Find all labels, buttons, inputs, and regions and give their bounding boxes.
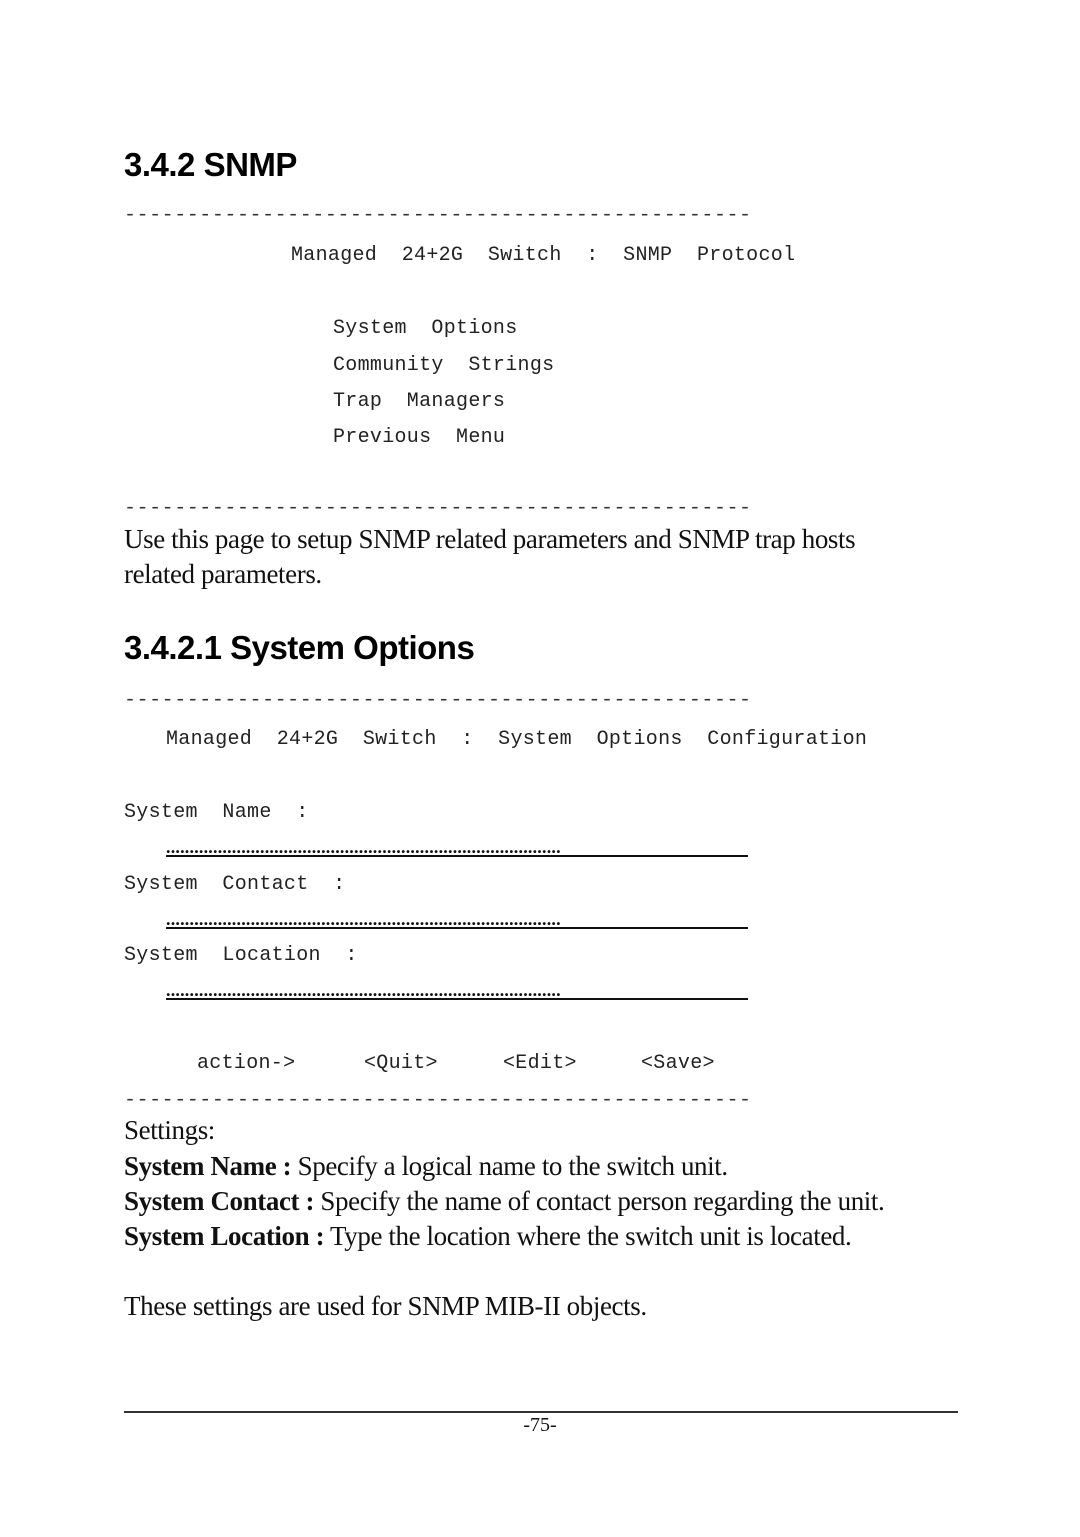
section-description: Use this page to setup SNMP related para… [124, 524, 856, 554]
divider-subsection-top: ----------------------------------------… [124, 689, 752, 712]
system-location-field[interactable]: ........................................… [166, 984, 748, 1000]
setting-term: System Contact : [124, 1186, 315, 1216]
action-prompt: action-> [197, 1052, 296, 1075]
menu-item-system-options[interactable]: System Options [333, 317, 518, 340]
setting-system-name: System Name : Specify a logical name to … [124, 1151, 728, 1182]
section-heading: 3.4.2 SNMP [124, 146, 297, 183]
page-number: -75- [523, 1414, 557, 1436]
subsection-heading: 3.4.2.1 System Options [124, 629, 475, 666]
setting-desc: Specify a logical name to the switch uni… [291, 1151, 728, 1181]
menu-item-trap-managers[interactable]: Trap Managers [333, 390, 505, 413]
setting-system-contact: System Contact : Specify the name of con… [124, 1186, 885, 1217]
terminal-title-system-options: Managed 24+2G Switch : System Options Co… [166, 728, 868, 751]
menu-item-community-strings[interactable]: Community Strings [333, 354, 554, 377]
divider-menu-bottom: ----------------------------------------… [124, 497, 752, 520]
system-contact-label: System Contact : [124, 873, 346, 896]
edit-button[interactable]: <Edit> [503, 1052, 577, 1075]
setting-system-location: System Location : Type the location wher… [124, 1221, 852, 1252]
system-location-label: System Location : [124, 944, 358, 967]
setting-term: System Location : [124, 1221, 325, 1251]
setting-desc: Type the location where the switch unit … [324, 1221, 852, 1251]
footer-rule [124, 1411, 958, 1413]
setting-desc: Specify the name of contact person regar… [314, 1186, 885, 1216]
menu-item-previous-menu[interactable]: Previous Menu [333, 426, 505, 449]
system-contact-field[interactable]: ........................................… [166, 913, 748, 929]
save-button[interactable]: <Save> [641, 1052, 715, 1075]
terminal-title-snmp: Managed 24+2G Switch : SNMP Protocol [291, 244, 796, 267]
quit-button[interactable]: <Quit> [364, 1052, 438, 1075]
system-name-label: System Name : [124, 801, 309, 824]
section-description-cont: related parameters. [124, 559, 322, 589]
settings-note: These settings are used for SNMP MIB-II … [124, 1291, 647, 1321]
settings-title: Settings: [124, 1115, 215, 1145]
setting-term: System Name : [124, 1151, 292, 1181]
system-name-field[interactable]: ........................................… [166, 841, 748, 857]
divider-subsection-bottom: ----------------------------------------… [124, 1089, 752, 1112]
divider-top: ----------------------------------------… [124, 204, 752, 227]
